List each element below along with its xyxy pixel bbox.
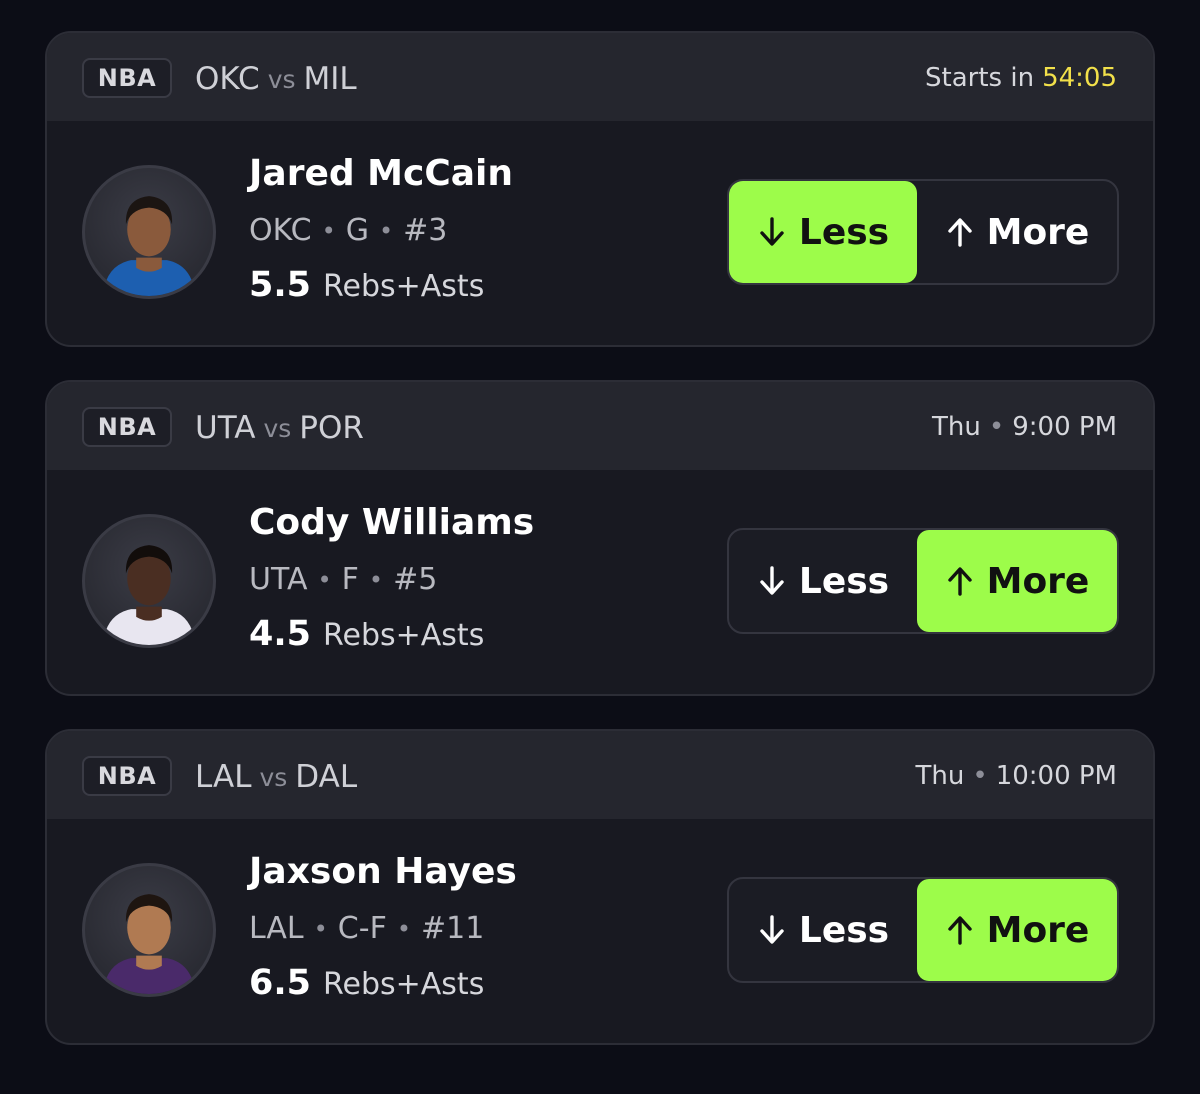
pick-toggle: Less More: [727, 877, 1119, 983]
player-meta: UTA • F • #5: [249, 562, 437, 597]
projection-line: 4.5 Rebs+Asts: [249, 614, 484, 654]
projection-card[interactable]: NBA LAL vs DAL Thu • 10:00 PM Jaxson Hay…: [45, 729, 1155, 1045]
more-label: More: [986, 560, 1090, 602]
line-value: 6.5: [249, 963, 312, 1003]
arrow-up-icon: [945, 564, 975, 598]
player-avatar[interactable]: [82, 514, 216, 648]
less-button[interactable]: Less: [729, 181, 917, 283]
player-headshot: [102, 894, 196, 994]
home-team: OKC: [195, 61, 260, 97]
arrow-down-icon: [757, 564, 787, 598]
player-team: LAL: [249, 911, 304, 946]
neck-shape: [136, 257, 162, 272]
line-value: 5.5: [249, 265, 312, 305]
separator-dot: •: [321, 216, 336, 245]
player-number: #5: [393, 562, 438, 597]
game-time: 10:00 PM: [995, 761, 1117, 791]
separator-dot: •: [396, 914, 411, 943]
home-team: UTA: [195, 410, 256, 446]
line-value: 4.5: [249, 614, 312, 654]
pick-toggle: Less More: [727, 179, 1119, 285]
league-badge: NBA: [82, 407, 172, 447]
more-button[interactable]: More: [917, 879, 1117, 981]
projection-card[interactable]: NBA UTA vs POR Thu • 9:00 PM Cody Willia…: [45, 380, 1155, 696]
less-label: Less: [798, 909, 890, 951]
player-number: #11: [420, 911, 485, 946]
player-meta: OKC • G • #3: [249, 213, 447, 248]
more-label: More: [986, 211, 1090, 253]
away-team: POR: [299, 410, 364, 446]
separator-dot: •: [313, 914, 328, 943]
player-team: OKC: [249, 213, 312, 248]
game-start-time: Starts in 54:05: [925, 61, 1117, 95]
player-headshot: [102, 196, 196, 296]
player-team: UTA: [249, 562, 308, 597]
vs-label: vs: [263, 413, 292, 443]
arrow-down-icon: [757, 215, 787, 249]
player-name[interactable]: Cody Williams: [249, 502, 534, 543]
pick-toggle: Less More: [727, 528, 1119, 634]
more-button[interactable]: More: [917, 530, 1117, 632]
away-team: DAL: [295, 759, 358, 795]
projection-line: 5.5 Rebs+Asts: [249, 265, 484, 305]
less-label: Less: [798, 211, 890, 253]
game-header: NBA LAL vs DAL Thu • 10:00 PM: [47, 731, 1153, 819]
projection-card[interactable]: NBA OKC vs MIL Starts in 54:05 Jared McC…: [45, 31, 1155, 347]
starts-in-label: Starts in: [925, 63, 1035, 93]
less-button[interactable]: Less: [729, 530, 917, 632]
away-team: MIL: [303, 61, 357, 97]
vs-label: vs: [267, 64, 296, 94]
home-team: LAL: [195, 759, 252, 795]
player-avatar[interactable]: [82, 165, 216, 299]
separator-dot: •: [988, 412, 1005, 442]
more-button[interactable]: More: [917, 181, 1117, 283]
player-avatar[interactable]: [82, 863, 216, 997]
arrow-up-icon: [945, 215, 975, 249]
less-label: Less: [798, 560, 890, 602]
arrow-up-icon: [945, 913, 975, 947]
less-button[interactable]: Less: [729, 879, 917, 981]
game-day: Thu: [932, 412, 981, 442]
neck-shape: [136, 955, 162, 970]
projection-line: 6.5 Rebs+Asts: [249, 963, 484, 1003]
player-name[interactable]: Jaxson Hayes: [249, 851, 517, 892]
player-position: C-F: [337, 911, 387, 946]
game-header: NBA OKC vs MIL Starts in 54:05: [47, 33, 1153, 121]
player-position: F: [341, 562, 359, 597]
arrow-down-icon: [757, 913, 787, 947]
projection-list: NBA OKC vs MIL Starts in 54:05 Jared McC…: [0, 0, 1200, 1094]
game-time: 9:00 PM: [1012, 412, 1117, 442]
matchup: UTA vs POR: [195, 408, 364, 448]
vs-label: vs: [259, 762, 288, 792]
matchup: OKC vs MIL: [195, 59, 357, 99]
game-start-time: Thu • 10:00 PM: [916, 759, 1118, 793]
league-badge: NBA: [82, 756, 172, 796]
separator-dot: •: [317, 565, 332, 594]
game-header: NBA UTA vs POR Thu • 9:00 PM: [47, 382, 1153, 470]
neck-shape: [136, 606, 162, 621]
game-day: Thu: [915, 761, 965, 791]
separator-dot: •: [972, 761, 988, 791]
more-label: More: [986, 909, 1090, 951]
player-number: #3: [403, 213, 448, 248]
player-meta: LAL • C-F • #11: [249, 911, 484, 946]
player-name[interactable]: Jared McCain: [249, 153, 513, 194]
league-badge: NBA: [82, 58, 172, 98]
separator-dot: •: [379, 216, 394, 245]
stat-type: Rebs+Asts: [323, 618, 485, 653]
matchup: LAL vs DAL: [195, 757, 357, 797]
stat-type: Rebs+Asts: [323, 269, 485, 304]
stat-type: Rebs+Asts: [323, 967, 485, 1002]
game-start-time: Thu • 9:00 PM: [932, 410, 1117, 444]
separator-dot: •: [368, 565, 384, 594]
countdown-timer: 54:05: [1042, 63, 1117, 93]
player-position: G: [345, 213, 369, 248]
player-headshot: [102, 545, 196, 645]
